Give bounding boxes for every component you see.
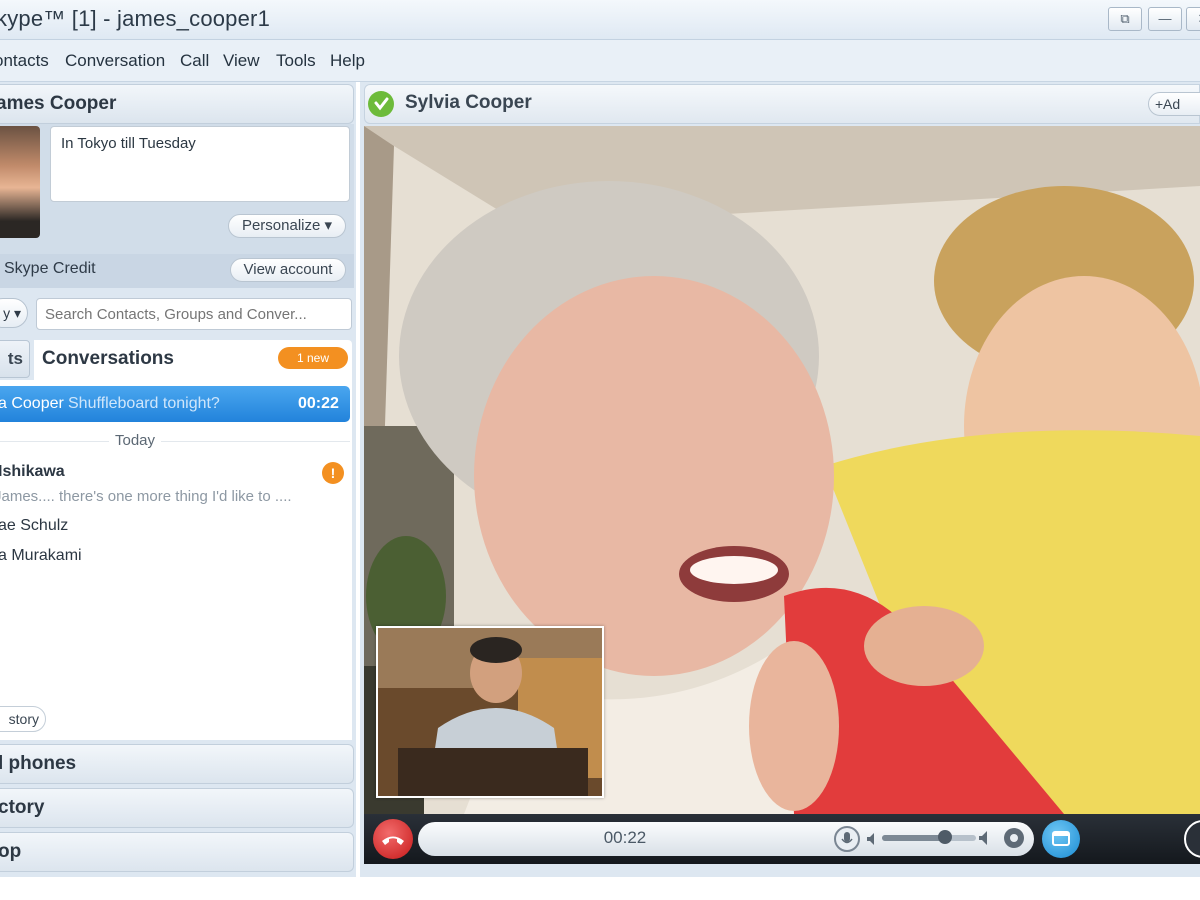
- minimize-button[interactable]: —: [1148, 7, 1182, 31]
- list-item-active[interactable]: a Cooper Shuffleboard tonight? 00:22: [0, 386, 350, 422]
- volume-slider[interactable]: [882, 830, 976, 844]
- tab-contacts[interactable]: ts: [0, 340, 30, 378]
- list-item[interactable]: a Murakami: [0, 547, 82, 565]
- group-label-today: Today: [0, 432, 270, 449]
- online-status-icon: [368, 91, 394, 117]
- restore-button[interactable]: ⧉: [1108, 7, 1142, 31]
- search-input[interactable]: [36, 298, 352, 330]
- menu-help[interactable]: Help: [330, 51, 365, 71]
- personalize-button[interactable]: Personalize ▾: [228, 214, 346, 238]
- self-video-illustration: [378, 628, 602, 796]
- mood-message-field[interactable]: In Tokyo till Tuesday: [50, 126, 350, 202]
- share-screen-button[interactable]: [1042, 820, 1080, 858]
- conversation-name: a Cooper: [0, 395, 64, 412]
- conversation-snippet: Shuffleboard tonight?: [68, 395, 220, 412]
- unread-icon: !: [322, 462, 344, 484]
- menu-tools[interactable]: Tools: [276, 51, 316, 71]
- section-call-phones[interactable]: l phones: [0, 744, 354, 784]
- section-directory[interactable]: ctory: [0, 788, 354, 828]
- add-label: Ad: [1163, 96, 1181, 112]
- add-people-button[interactable]: + Ad: [1148, 92, 1200, 116]
- volume-slider-thumb[interactable]: [938, 830, 952, 844]
- mic-icon[interactable]: [834, 826, 860, 852]
- skype-credit-label: i Skype Credit: [0, 260, 96, 278]
- profile-name: ames Cooper: [0, 93, 117, 114]
- menu-contacts[interactable]: ontacts: [0, 51, 49, 71]
- new-count-badge: 1 new: [278, 347, 348, 369]
- menu-conversation[interactable]: Conversation: [65, 51, 165, 71]
- view-account-button[interactable]: View account: [230, 258, 346, 282]
- list-item-snippet: James.... there's one more thing I'd lik…: [0, 488, 292, 505]
- call-duration: 00:22: [603, 828, 647, 847]
- settings-gear-icon[interactable]: [1004, 828, 1024, 848]
- menu-call[interactable]: Call: [180, 51, 209, 71]
- avatar[interactable]: [0, 126, 40, 238]
- title-bar: kype™ [1] - james_cooper1 ⧉ — ✕: [0, 0, 1200, 40]
- hang-up-button[interactable]: [373, 819, 413, 859]
- close-button[interactable]: ✕: [1186, 7, 1200, 31]
- section-label: l phones: [0, 753, 77, 774]
- plus-icon: +: [1155, 96, 1164, 112]
- section-label: op: [0, 841, 22, 862]
- speaker-low-icon: [866, 832, 878, 851]
- speaker-high-icon: [978, 830, 992, 851]
- list-item[interactable]: ae Schulz: [0, 517, 68, 535]
- conversation-time: 00:22: [298, 395, 339, 412]
- history-button[interactable]: story: [0, 706, 46, 732]
- menu-view[interactable]: View: [223, 51, 260, 71]
- conversation-title: Sylvia Cooper: [405, 92, 532, 113]
- section-label: ctory: [0, 797, 45, 818]
- self-video-preview[interactable]: [376, 626, 604, 798]
- window-title: kype™ [1] - james_cooper1: [0, 6, 271, 31]
- phone-hangup-icon: [382, 836, 404, 845]
- screen-share-icon: [1052, 831, 1070, 846]
- menu-bar: ontacts Conversation Call View Tools Hel…: [0, 40, 1200, 82]
- section-shop[interactable]: op: [0, 832, 354, 872]
- list-item[interactable]: Ishikawa: [0, 463, 65, 481]
- profile-name-header[interactable]: ames Cooper: [0, 84, 354, 124]
- window-bottom-border: [0, 877, 1200, 900]
